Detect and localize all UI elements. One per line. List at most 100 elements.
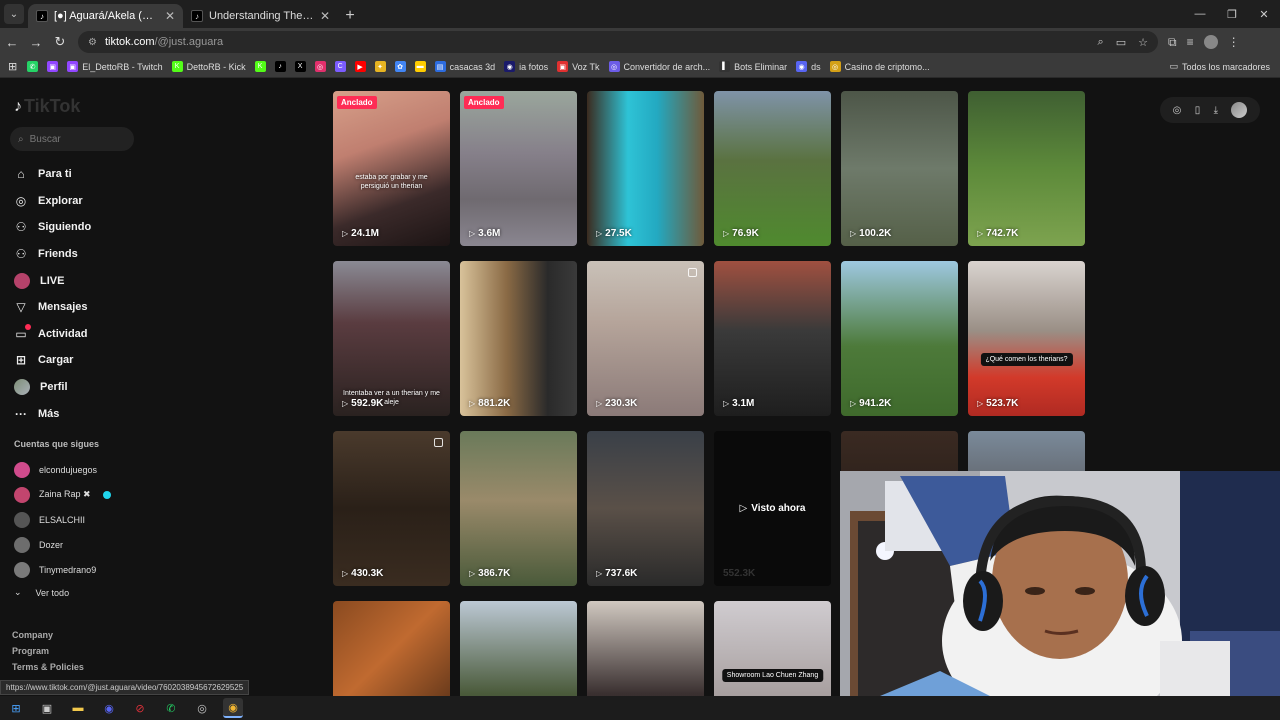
footer-link[interactable]: Terms & Policies — [12, 659, 84, 675]
nav-item-live[interactable]: LIVE — [14, 267, 91, 294]
video-thumbnail[interactable]: ▷ 881.2K — [460, 261, 577, 416]
video-thumbnail[interactable]: ▷ 737.6K — [587, 431, 704, 586]
video-thumbnail[interactable]: Anclado estaba por grabar y me persiguió … — [333, 91, 450, 246]
discord-icon[interactable]: ◉ — [99, 698, 119, 718]
bookmark-item[interactable]: ✦ — [374, 61, 386, 72]
bookmark-item[interactable]: ◉ ia fotos — [504, 61, 548, 72]
nav-item-mensajes[interactable]: ▽ Mensajes — [14, 294, 91, 321]
address-bar[interactable]: ⚙ tiktok.com/@just.aguara ⌕ ▭ ☆ — [78, 31, 1158, 53]
video-thumbnail[interactable]: ▷ 742.7K — [968, 91, 1085, 246]
file-explorer-icon[interactable]: ▬ — [68, 698, 88, 718]
chrome-icon[interactable]: ◉ — [223, 698, 243, 718]
video-thumbnail[interactable] — [460, 601, 577, 696]
back-icon[interactable]: ← — [0, 30, 24, 54]
whatsapp-icon[interactable]: ✆ — [161, 698, 181, 718]
bookmark-item[interactable]: ▌ Bots Eliminar — [719, 61, 787, 72]
video-thumbnail[interactable]: ▷ 230.3K — [587, 261, 704, 416]
nav-item-perfil[interactable]: Perfil — [14, 374, 91, 401]
close-icon[interactable]: ✕ — [165, 9, 175, 23]
cast-icon[interactable]: ▭ — [1116, 36, 1126, 49]
video-thumbnail[interactable] — [333, 601, 450, 696]
bookmark-item[interactable]: ▶ — [354, 61, 366, 72]
bookmark-item[interactable]: ▣ Voz Tk — [557, 61, 600, 72]
tab-understanding-therians[interactable]: ♪ Understanding Therians and Th ✕ — [183, 4, 338, 28]
task-view-icon[interactable]: ▣ — [37, 698, 57, 718]
bookmark-item[interactable]: ▤ casacas 3d — [434, 61, 495, 72]
video-thumbnail[interactable]: ▷ 100.2K — [841, 91, 958, 246]
footer-link[interactable]: Program — [12, 643, 84, 659]
bookmark-item[interactable]: ▣ El_DettoRB - Twitch — [67, 61, 163, 72]
activity-icon: ▭ — [15, 323, 31, 341]
bookmark-item[interactable]: ▣ — [47, 61, 59, 72]
nav-item-siguiendo[interactable]: ⚇ Siguiendo — [14, 214, 92, 241]
video-thumbnail[interactable]: ▷ 27.5K — [587, 91, 704, 246]
following-account[interactable]: ELSALCHII — [14, 507, 111, 532]
bookmark-item[interactable]: X — [294, 61, 306, 72]
apps-icon[interactable]: ⊞ — [8, 60, 17, 73]
restore-icon[interactable]: ❐ — [1216, 0, 1248, 28]
user-avatar[interactable] — [1231, 102, 1248, 118]
profile-icon[interactable] — [1203, 35, 1218, 49]
tiktok-logo[interactable]: ♪ TikTok — [14, 96, 80, 117]
video-thumbnail[interactable]: Showroom Lao Chuen Zhang — [714, 601, 831, 696]
windows-start-icon[interactable]: ⊞ — [6, 698, 26, 718]
obs-icon[interactable]: ◎ — [192, 698, 212, 718]
video-thumbnail[interactable]: ▷ 941.2K — [841, 261, 958, 416]
reload-icon[interactable]: ↻ — [48, 30, 72, 54]
bookmark-item[interactable]: C — [334, 61, 346, 72]
video-thumbnail[interactable] — [587, 601, 704, 696]
bookmark-item[interactable]: ▬ — [414, 61, 426, 72]
bookmark-item[interactable]: ◉ ds — [796, 61, 821, 72]
media-icon[interactable]: ≡ — [1187, 35, 1194, 49]
bookmark-item[interactable]: ◎ — [314, 61, 326, 72]
search-box[interactable]: ⌕ — [10, 127, 134, 151]
bookmark-favicon-icon: X — [294, 61, 306, 72]
site-info-icon[interactable]: ⚙ — [88, 37, 97, 48]
coins-icon[interactable]: ◎ — [1173, 105, 1182, 116]
nav-item-más[interactable]: ··· Más — [14, 400, 91, 427]
tab-tiktok-profile[interactable]: ♪ [●] Aguará/Akela (@just.agu ✕ — [28, 4, 183, 28]
extensions-icon[interactable]: ⧉ — [1168, 35, 1177, 50]
video-thumbnail[interactable]: Intentaba ver a un therian y me aleje ▷ 59… — [333, 261, 450, 416]
bookmark-star-icon[interactable]: ☆ — [1138, 36, 1148, 49]
tab-search-icon[interactable]: ⌄ — [4, 4, 24, 24]
following-account[interactable]: Zaina Rap ✖ — [14, 482, 111, 507]
download-icon[interactable]: ⤓ — [1214, 105, 1218, 116]
video-thumbnail[interactable]: ▷ 386.7K — [460, 431, 577, 586]
bookmark-item[interactable]: ◎ Convertidor de arch... — [608, 61, 710, 72]
nav-item-cargar[interactable]: ⊞ Cargar — [14, 347, 91, 374]
bookmark-item[interactable]: ♪ — [274, 61, 286, 72]
see-all-button[interactable]: ⌄ Ver todo — [14, 587, 69, 598]
video-thumbnail[interactable]: ¿Qué comen los therians? ▷ 523.7K — [968, 261, 1085, 416]
opera-icon[interactable]: ⊘ — [130, 698, 150, 718]
nav-item-para-ti[interactable]: ⌂ Para ti — [14, 161, 91, 188]
bookmark-item[interactable]: ✿ — [394, 61, 406, 72]
nav-item-friends[interactable]: ⚇ Friends — [14, 241, 91, 268]
following-account[interactable]: Tinymedrano9 — [14, 557, 111, 582]
bookmark-item[interactable]: ◎ Casino de criptomo... — [829, 61, 930, 72]
bookmark-item[interactable]: K — [254, 61, 266, 72]
bookmarks-bar: ⊞ ✆ ▣ ▣ El_DettoRB - Twitch K DettoRB - Kick K… — [0, 56, 1280, 78]
minimize-icon[interactable]: — — [1184, 0, 1216, 28]
menu-icon[interactable]: ⋮ — [1228, 35, 1240, 49]
following-account[interactable]: Dozer — [14, 532, 111, 557]
bookmark-item[interactable]: K DettoRB - Kick — [171, 61, 246, 72]
forward-icon[interactable]: → — [24, 30, 48, 54]
nav-item-explorar[interactable]: ◎ Explorar — [14, 188, 91, 215]
video-thumbnail[interactable]: ▷ 430.3K — [333, 431, 450, 586]
video-thumbnail[interactable]: ▷ Visto ahora 552.3K — [714, 431, 831, 586]
bookmark-item[interactable]: ✆ — [27, 61, 39, 72]
zoom-icon[interactable]: ⌕ — [1098, 36, 1104, 49]
close-window-icon[interactable]: ✕ — [1248, 0, 1280, 28]
video-thumbnail[interactable]: Anclado ▷ 3.6M — [460, 91, 577, 246]
following-account[interactable]: elcondujuegos — [14, 457, 111, 482]
video-thumbnail[interactable]: ▷ 3.1M — [714, 261, 831, 416]
video-thumbnail[interactable]: ▷ 76.9K — [714, 91, 831, 246]
close-icon[interactable]: ✕ — [320, 9, 330, 23]
footer-link[interactable]: Company — [12, 627, 84, 643]
all-bookmarks[interactable]: ▭ Todos los marcadores — [1169, 61, 1270, 72]
search-input[interactable] — [29, 133, 120, 145]
nav-item-actividad[interactable]: ▭ Actividad — [14, 321, 91, 348]
device-icon[interactable]: ▯ — [1195, 105, 1201, 116]
new-tab-button[interactable]: + — [338, 4, 362, 28]
